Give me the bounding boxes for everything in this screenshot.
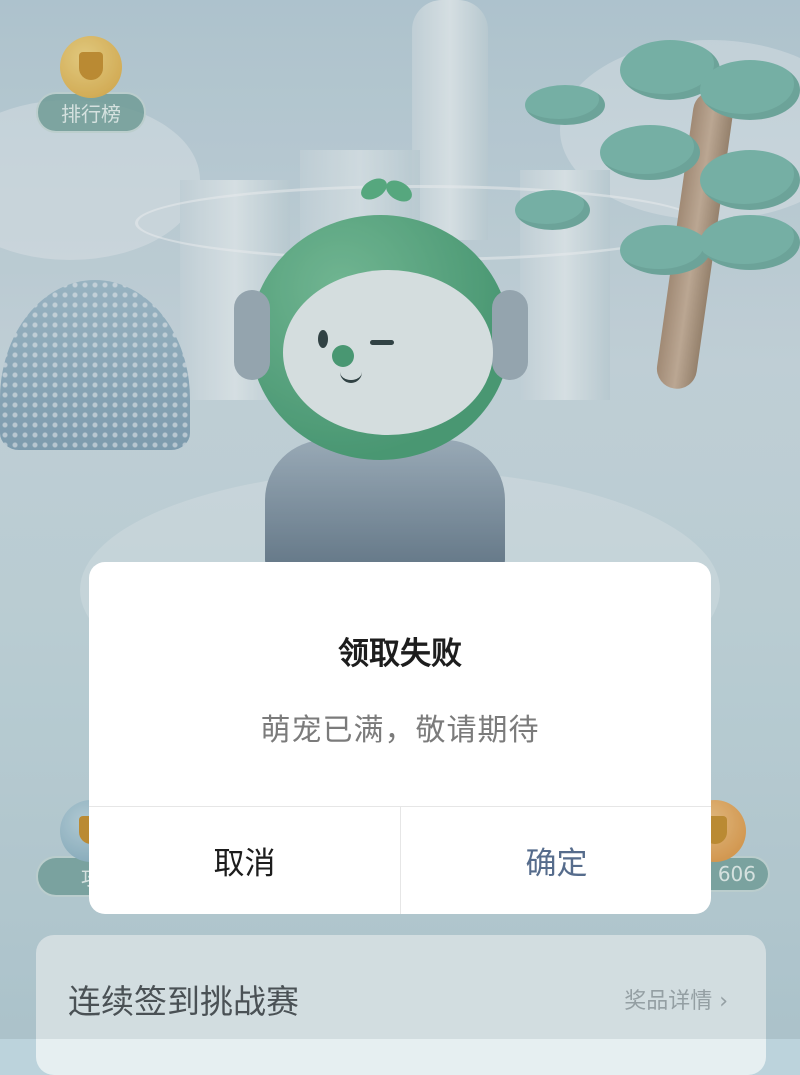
error-dialog: 领取失败 萌宠已满，敬请期待 取消 确定 <box>89 562 711 914</box>
cancel-button[interactable]: 取消 <box>89 807 400 914</box>
dialog-message: 萌宠已满，敬请期待 <box>260 713 540 748</box>
dialog-title: 领取失败 <box>338 636 462 672</box>
confirm-button[interactable]: 确定 <box>401 807 711 914</box>
